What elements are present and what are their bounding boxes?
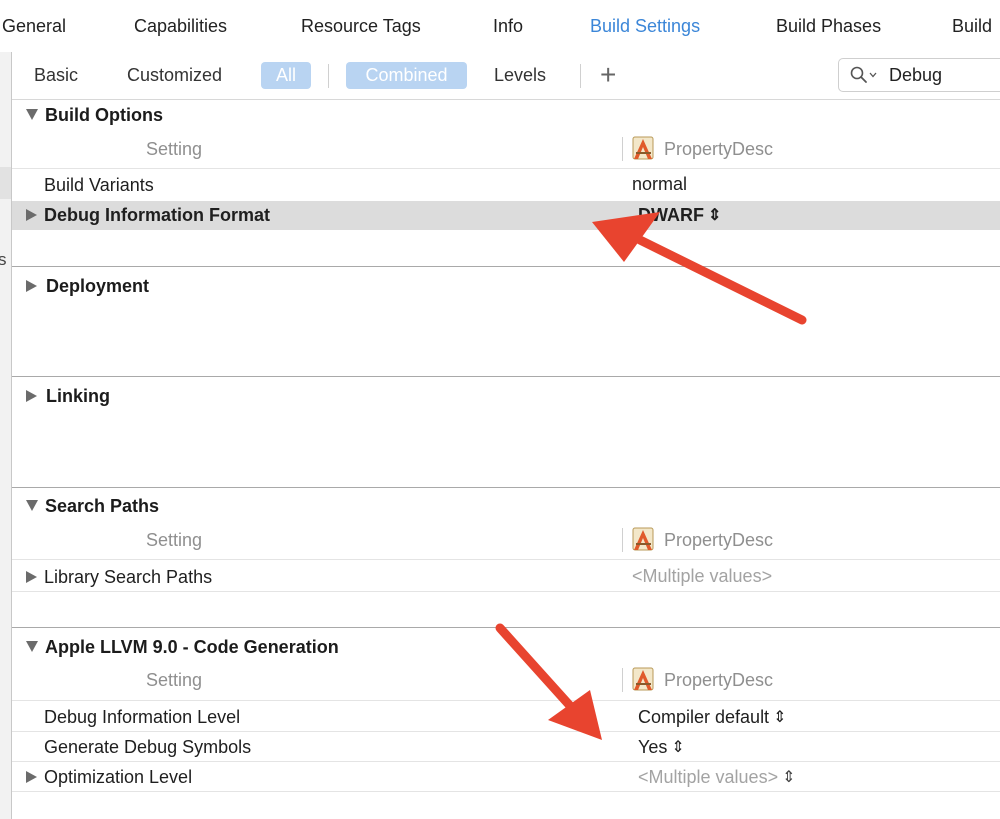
column-header-target: PropertyDesc: [664, 530, 774, 550]
tab-capabilities[interactable]: Capabilities: [134, 16, 227, 37]
section-divider: [12, 627, 1000, 628]
tab-build-rules[interactable]: Build: [952, 16, 992, 37]
xcode-target-icon: [632, 667, 654, 691]
setting-library-search-paths[interactable]: Library Search Paths: [44, 567, 212, 588]
search-input-value[interactable]: Debug: [889, 65, 942, 86]
stepper-icon[interactable]: ⇕: [782, 767, 795, 787]
column-header-setting: Setting: [146, 530, 203, 550]
stepper-icon[interactable]: ⇕: [773, 707, 786, 727]
filter-separator: [580, 64, 581, 88]
value-debug-information-format[interactable]: DWARF ⇕: [638, 205, 721, 226]
value-build-variants[interactable]: normal: [632, 174, 687, 195]
row-divider: [12, 731, 1000, 732]
column-separator: [622, 528, 623, 552]
value-optimization-level[interactable]: <Multiple values> ⇕: [638, 767, 796, 788]
view-combined-button[interactable]: Combined: [346, 62, 467, 89]
tab-resource-tags[interactable]: Resource Tags: [301, 16, 421, 37]
view-levels-button[interactable]: Levels: [494, 62, 546, 89]
magnifier-icon: [850, 66, 867, 83]
disclosure-triangle-icon[interactable]: [26, 771, 37, 783]
value-text: Compiler default: [638, 707, 770, 727]
chevron-down-icon: [869, 72, 877, 78]
setting-debug-information-format[interactable]: Debug Information Format: [44, 205, 270, 226]
row-divider: [12, 559, 1000, 560]
section-divider: [12, 376, 1000, 377]
column-header-target: PropertyDesc: [664, 670, 774, 690]
row-divider: [12, 700, 1000, 701]
row-divider: [12, 591, 1000, 592]
tab-build-phases[interactable]: Build Phases: [776, 16, 881, 37]
xcode-target-icon: [632, 527, 654, 551]
column-header-setting: Setting: [146, 670, 203, 690]
tab-general[interactable]: General: [2, 16, 66, 37]
disclosure-triangle-icon[interactable]: [26, 500, 38, 511]
xcode-target-icon: [632, 136, 654, 160]
stepper-icon[interactable]: ⇕: [671, 737, 684, 757]
section-title-deployment: Deployment: [46, 276, 150, 296]
value-text: <Multiple values>: [638, 767, 779, 787]
search-field[interactable]: Debug: [838, 58, 1000, 92]
filter-separator: [328, 64, 329, 88]
setting-generate-debug-symbols[interactable]: Generate Debug Symbols: [44, 737, 251, 758]
gutter-text-fragment: s: [0, 250, 7, 269]
filter-basic-button[interactable]: Basic: [34, 62, 78, 89]
row-divider: [12, 168, 1000, 169]
filter-customized-button[interactable]: Customized: [127, 62, 222, 89]
left-gutter: s: [0, 52, 12, 819]
add-build-setting-button[interactable]: +: [600, 58, 616, 92]
disclosure-triangle-icon[interactable]: [26, 571, 37, 583]
tab-info[interactable]: Info: [493, 16, 523, 37]
stepper-icon[interactable]: ⇕: [708, 205, 721, 225]
section-divider: [12, 487, 1000, 488]
value-text: Yes: [638, 737, 668, 757]
filter-all-button[interactable]: All: [261, 62, 311, 89]
value-debug-information-level[interactable]: Compiler default ⇕: [638, 707, 786, 728]
disclosure-triangle-icon[interactable]: [26, 109, 38, 120]
setting-debug-information-level[interactable]: Debug Information Level: [44, 707, 240, 728]
section-title-linking: Linking: [46, 386, 110, 406]
column-separator: [622, 137, 623, 161]
section-title-code-generation: Apple LLVM 9.0 - Code Generation: [45, 637, 339, 657]
disclosure-triangle-icon[interactable]: [26, 390, 37, 402]
section-title-build-options: Build Options: [45, 105, 163, 125]
value-generate-debug-symbols[interactable]: Yes ⇕: [638, 737, 685, 758]
disclosure-triangle-icon[interactable]: [26, 280, 37, 292]
setting-build-variants[interactable]: Build Variants: [44, 175, 154, 196]
row-divider: [12, 761, 1000, 762]
tab-build-settings[interactable]: Build Settings: [590, 16, 700, 37]
section-divider: [12, 266, 1000, 267]
column-header-setting: Setting: [146, 139, 203, 159]
column-header-target: PropertyDesc: [664, 139, 774, 159]
disclosure-triangle-icon[interactable]: [26, 209, 37, 221]
editor-tab-bar: General Capabilities Resource Tags Info …: [0, 0, 1000, 53]
disclosure-triangle-icon[interactable]: [26, 641, 38, 652]
row-divider: [12, 791, 1000, 792]
gutter-selection: [0, 167, 11, 199]
value-text: DWARF: [638, 205, 704, 225]
build-settings-filter-bar: Basic Customized All Combined Levels + D…: [12, 52, 1000, 100]
section-title-search-paths: Search Paths: [45, 496, 160, 516]
value-library-search-paths[interactable]: <Multiple values>: [632, 566, 772, 587]
setting-optimization-level[interactable]: Optimization Level: [44, 767, 192, 788]
column-separator: [622, 668, 623, 692]
annotation-arrow: [495, 623, 602, 740]
